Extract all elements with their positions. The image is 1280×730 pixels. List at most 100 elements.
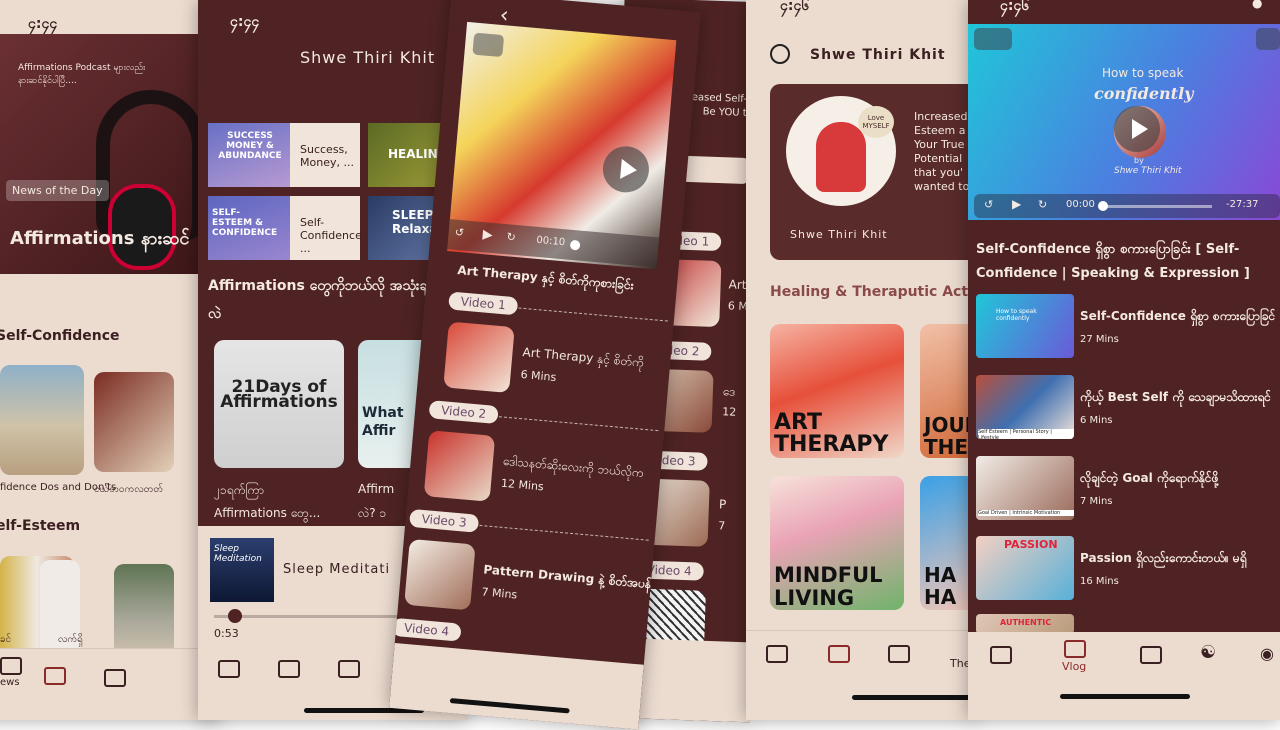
scrub-track[interactable] (1102, 205, 1212, 208)
item-duration: 6 Mins (1080, 415, 1113, 426)
news-icon[interactable] (0, 657, 22, 675)
item-title: လိုချင်တဲ့ Goal ကိုရောက်နိုင်ဖို့ (1080, 471, 1219, 485)
play-icon[interactable] (1114, 106, 1160, 152)
video-player[interactable]: How to speak confidently by Shwe Thiri K… (968, 24, 1280, 220)
card-art-therapy[interactable]: ART THERAPY (770, 324, 904, 458)
video-icon[interactable] (828, 645, 850, 663)
time-remaining: -27:37 (1226, 199, 1259, 210)
video-duration: 7 (718, 519, 726, 533)
video-icon[interactable] (278, 660, 300, 678)
book-icon[interactable] (888, 645, 910, 663)
item-title: Passion ရှိလည်းကောင်းတယ်။ မရှိ (1080, 551, 1247, 565)
video-icon[interactable] (44, 667, 66, 685)
book-icon[interactable] (104, 669, 126, 687)
screen-healing: ၄:၄၆ Shwe Thiri Khit Love MYSELF Shwe Th… (746, 0, 976, 720)
list-item[interactable]: Video 1 Art Therapy နှင့် စိတ်ကို 6 Mins (441, 291, 675, 410)
forward-icon[interactable]: ↻ (506, 230, 516, 244)
list-item[interactable]: AUTHENTIC (976, 614, 1280, 634)
news-icon[interactable] (990, 646, 1012, 664)
nav-vlog-label[interactable]: Vlog (1062, 660, 1086, 673)
card-21days[interactable]: 21Days of Affirmations (214, 340, 344, 468)
expand-icon[interactable] (472, 32, 505, 58)
player-progress-knob[interactable] (228, 609, 242, 623)
heading: Self-Confidence ရှိစွာ စကားပြောခြင်း [ S… (976, 242, 1250, 281)
affirmation-grid-item[interactable]: SUCCESS MONEY & ABUNDANCE Success, Money… (208, 123, 360, 187)
list-item[interactable]: Goal Driven | Intrinsic Motivation လိုချ… (976, 456, 1280, 522)
list-item[interactable]: PASSION Passion ရှိလည်းကောင်းတယ်။ မရှိ 1… (976, 536, 1280, 602)
item-title: Self-Confidence ရှိစွာ စကားပြောခြင် (1080, 309, 1276, 323)
bottom-nav: The (746, 630, 976, 720)
video-duration: 12 (721, 405, 737, 419)
podcast-banner[interactable]: Affirmations Podcast များလည်း နားဆင်နိုင… (0, 34, 220, 274)
affirmation-grid-item[interactable]: SELF-ESTEEM & CONFIDENCE Self-Confidence… (208, 196, 362, 260)
divider (479, 524, 649, 541)
video-pill: Video 2 (428, 400, 499, 425)
card2-caption-line1: Affirm (358, 482, 395, 496)
banner-title: Affirmations နားဆင် (10, 228, 190, 249)
hero-illustration: Love MYSELF (786, 96, 896, 206)
card-mindful-living[interactable]: MINDFUL LIVING (770, 476, 904, 610)
rewind-icon[interactable]: ↺ (454, 226, 464, 240)
card-street-photo[interactable] (0, 365, 84, 475)
card-mindful-text: MINDFUL LIVING (774, 563, 883, 610)
play-small-icon[interactable]: ▶ (1012, 197, 1021, 211)
video-controls: ↺ ▶ ↻ 00:10 (447, 219, 660, 268)
video-time: 00:10 (535, 234, 566, 249)
card-journal-text: JOUR THE (924, 413, 976, 458)
card1-caption-line1: ၂၁ရက်ကြာ (214, 483, 264, 497)
volume-icon[interactable] (1256, 28, 1280, 50)
expand-icon[interactable] (974, 28, 1012, 50)
item-title: ကိုယ့် Best Self ကို သေချာမသိထားရင် (1080, 390, 1271, 404)
play-icon[interactable] (601, 144, 651, 195)
scrub-knob[interactable] (1098, 201, 1108, 211)
grid-label: Success, Money, ... (300, 143, 354, 169)
wifi-icon: ● (1252, 0, 1263, 10)
player-thumb-text: Sleep Meditation (214, 544, 262, 564)
video-script: confidently (1094, 84, 1194, 103)
home-indicator (1060, 694, 1190, 699)
vlog-icon[interactable] (1064, 640, 1086, 658)
scrub-knob[interactable] (569, 239, 581, 251)
card-21days-text: 21Days of Affirmations (220, 377, 338, 412)
news-badge: News of the Day (6, 180, 109, 201)
player-thumb: Sleep Meditation (210, 538, 274, 602)
time-current: 00:00 (1066, 199, 1095, 210)
card-woman-photo[interactable] (94, 372, 174, 472)
status-time: ၄:၄၆ (1000, 0, 1030, 14)
bottom-nav: ews (0, 648, 220, 720)
video-pill: Video 1 (448, 291, 519, 316)
item-thumb: How to speak confidently (976, 294, 1074, 358)
card-lake-photo[interactable] (114, 564, 174, 656)
item-thumb-text: Goal Driven | Intrinsic Motivation (978, 510, 1074, 516)
hero-text-3: Your True (914, 138, 965, 151)
home-indicator (449, 698, 570, 714)
section-heading: Healing & Theraputic Act (770, 284, 969, 300)
list-item[interactable]: How to speak confidently Self-Confidence… (976, 294, 1280, 360)
meditation-icon[interactable]: ☯ (1200, 642, 1216, 663)
list-item[interactable]: Video 3 Pattern Drawing နဲ့ စိတ်အပန်းဖြေ… (402, 508, 656, 630)
player-title: Sleep Meditati (283, 562, 391, 577)
news-icon[interactable] (766, 645, 788, 663)
news-icon[interactable] (218, 660, 240, 678)
nav-news-label: ews (0, 677, 20, 688)
headphones-icon[interactable]: ◉ (1260, 644, 1274, 663)
hero-card[interactable]: Love MYSELF Shwe Thiri Khit Increased Es… (770, 84, 976, 260)
list-item[interactable]: Self Esteem | Personal Story | Lifestyle… (976, 375, 1280, 441)
section-self-confidence: Self-Confidence (0, 328, 120, 344)
forward-icon[interactable]: ↻ (1038, 198, 1047, 211)
item-duration: 16 Mins (1080, 576, 1119, 587)
divider (498, 416, 659, 432)
hero-figure (816, 122, 866, 192)
rewind-icon[interactable]: ↺ (984, 198, 993, 211)
video-player[interactable]: ↺ ▶ ↻ 00:10 (447, 21, 677, 270)
play-small-icon[interactable]: ▶ (482, 227, 493, 243)
video-controls: ↺ ▶ ↻ 00:00 -27:37 (974, 194, 1280, 218)
profile-icon[interactable] (770, 44, 790, 64)
list-item[interactable]: Video 2 ဒေါသနတ်ဆိုးလေးကို ဘယ်လိုက 12 Min… (421, 400, 665, 520)
book-icon[interactable] (338, 660, 360, 678)
book-icon[interactable] (1140, 646, 1162, 664)
author-title: Shwe Thiri Khit (300, 48, 436, 67)
video-title: Art (728, 277, 747, 293)
hero-text-2: Esteem a (914, 124, 966, 137)
video-title: How to speak (1102, 66, 1184, 80)
